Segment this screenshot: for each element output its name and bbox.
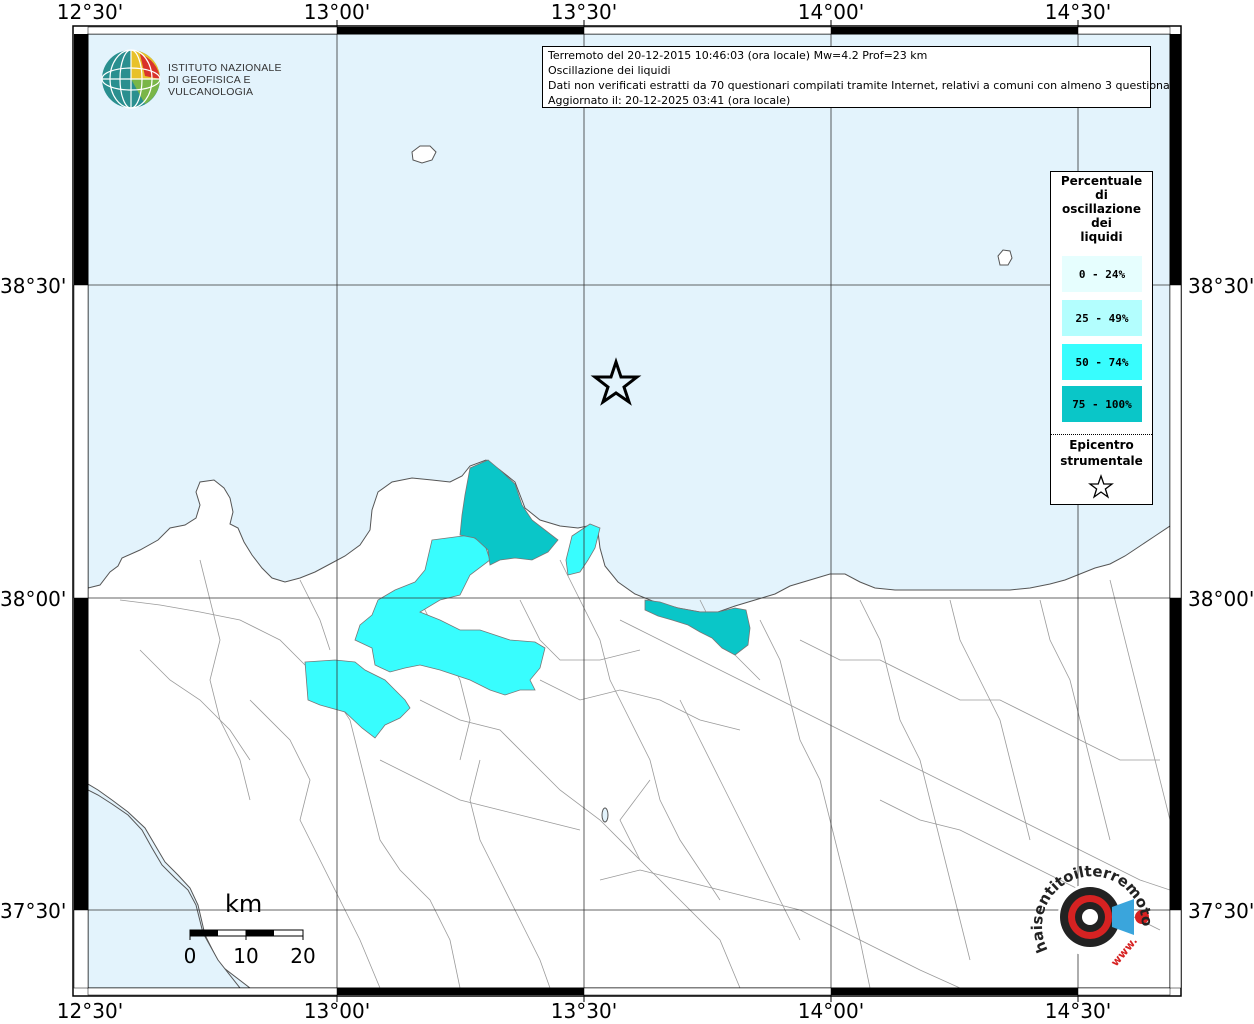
- scale-label-20: 20: [290, 944, 316, 968]
- legend-title-line: dei: [1091, 216, 1112, 230]
- star-icon: [1088, 474, 1114, 499]
- scale-bar: km 0 10 20: [180, 890, 330, 970]
- ingv-logo-text: ISTITUTO NAZIONALE DI GEOFISICA E VULCAN…: [168, 62, 320, 98]
- ingv-logo: ISTITUTO NAZIONALE DI GEOFISICA E VULCAN…: [100, 48, 320, 110]
- legend-title-line: oscillazione: [1062, 202, 1141, 216]
- legend-epicenter-label: Epicentro strumentale: [1051, 437, 1152, 469]
- info-earthquake: Terremoto del 20-12-2015 10:46:03 (ora l…: [548, 49, 928, 62]
- scale-label-10: 10: [233, 944, 259, 968]
- info-data-note: Dati non verificati estratti da 70 quest…: [548, 79, 1181, 92]
- info-parameter: Oscillazione dei liquidi: [548, 64, 671, 77]
- legend: Percentuale di oscillazione dei liquidi …: [1050, 171, 1153, 505]
- ingv-logo-line2: DI GEOFISICA E VULCANOLOGIA: [168, 74, 254, 98]
- legend-item-0-24: 0 - 24%: [1062, 256, 1142, 292]
- ingv-globe-icon: [101, 49, 161, 109]
- legend-item-50-74: 50 - 74%: [1062, 344, 1142, 380]
- legend-epicenter-line: Epicentro: [1069, 438, 1134, 452]
- scale-unit: km: [225, 890, 263, 918]
- legend-title-line: di: [1095, 188, 1108, 202]
- legend-item-25-49: 25 - 49%: [1062, 300, 1142, 336]
- legend-title: Percentuale di oscillazione dei liquidi: [1051, 174, 1152, 244]
- info-box: Terremoto del 20-12-2015 10:46:03 (ora l…: [542, 46, 1181, 108]
- ingv-logo-line1: ISTITUTO NAZIONALE: [168, 62, 282, 74]
- legend-title-line: liquidi: [1080, 230, 1123, 244]
- info-updated: Aggiornato il: 20-12-2025 03:41 (ora loc…: [548, 94, 791, 107]
- legend-separator: [1051, 434, 1152, 435]
- megaphone-target-icon: haisentitoilterremoto.it www.: [1026, 841, 1156, 969]
- haisentito-logo: haisentitoilterremoto.it www.: [1026, 841, 1160, 985]
- legend-title-line: Percentuale: [1060, 174, 1143, 188]
- legend-epicenter-line: strumentale: [1060, 454, 1143, 468]
- scale-label-0: 0: [183, 944, 197, 968]
- legend-item-75-100: 75 - 100%: [1062, 386, 1142, 422]
- lake: [601, 807, 609, 823]
